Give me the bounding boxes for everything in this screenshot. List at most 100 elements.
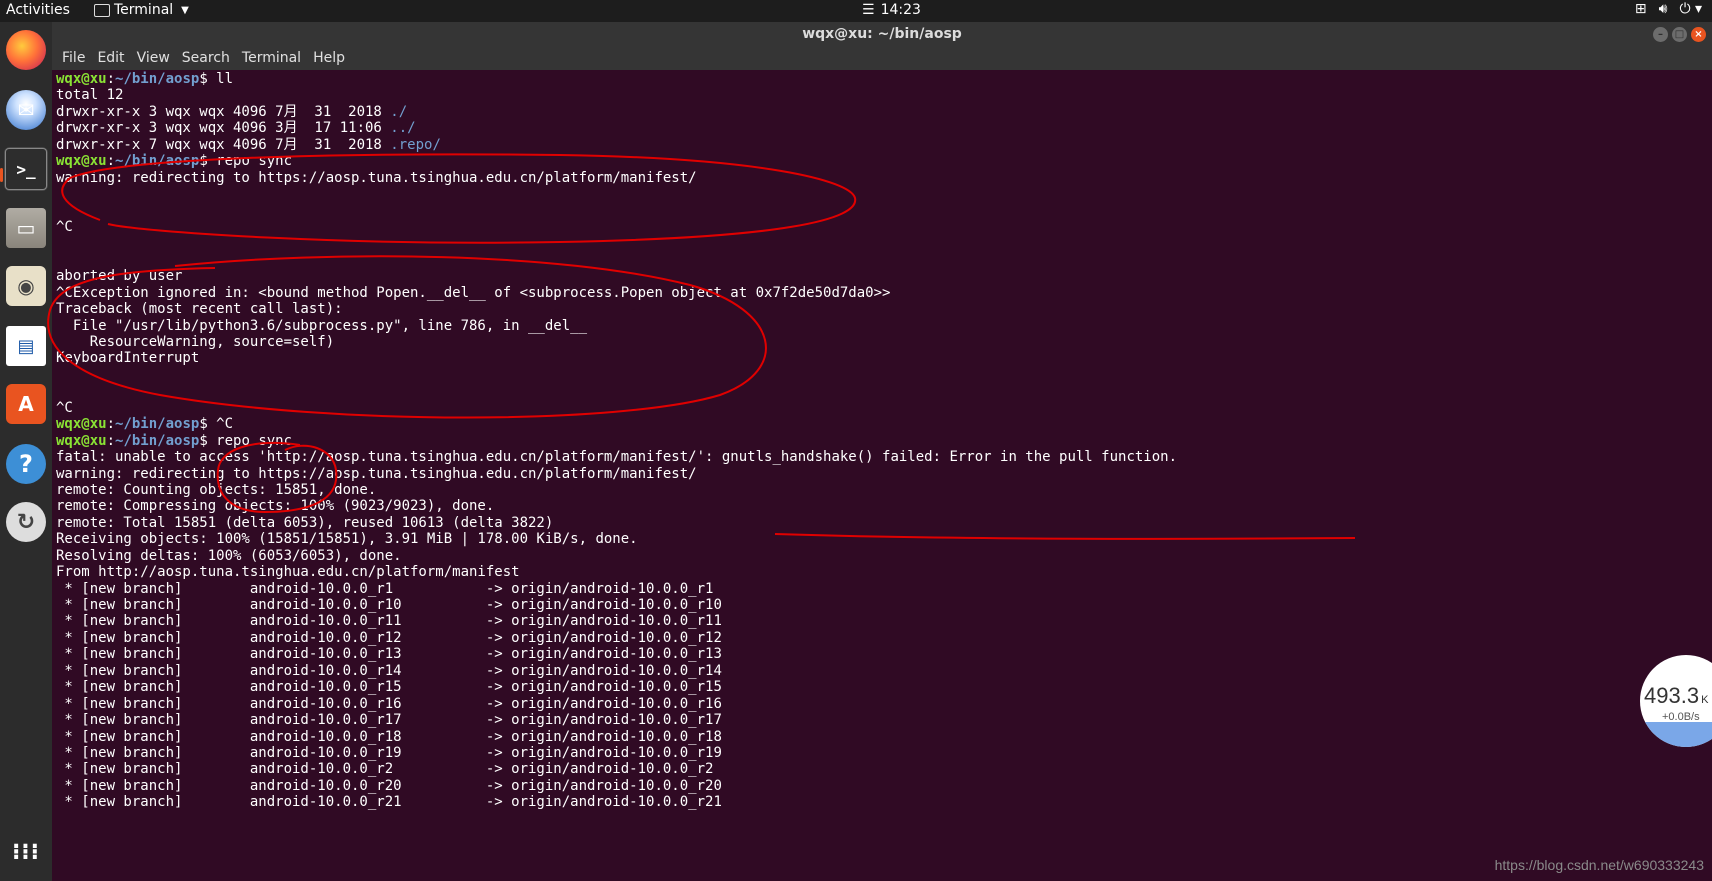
output-text: Resolving deltas: 100% (6053/6053), done… — [56, 547, 402, 564]
menu-view[interactable]: View — [137, 50, 170, 66]
ls-entry-meta: drwxr-xr-x 3 wqx wqx 4096 3月 17 11:06 — [56, 120, 391, 137]
output-line: drwxr-xr-x 7 wqx wqx 4096 7月 31 2018 .re… — [56, 137, 1712, 153]
output-text: ResourceWarning, source=self) — [56, 334, 335, 350]
dock: ✉ >_ ▭ ◉ ▤ A ? ↻ ⁝⁝⁝ — [0, 22, 52, 881]
prompt-path: ~/bin/aosp — [115, 153, 200, 170]
active-indicator — [0, 168, 3, 182]
output-text: remote: Counting objects: 15851, done. — [56, 481, 377, 498]
prompt-colon: : — [106, 71, 116, 87]
output-text: ^C — [56, 218, 73, 235]
output-line: * [new branch] android-10.0.0_r1 -> orig… — [56, 581, 1712, 597]
help-icon[interactable]: ? — [4, 442, 48, 486]
output-text: * [new branch] android-10.0.0_r14 -> ori… — [56, 662, 722, 679]
output-line: * [new branch] android-10.0.0_r17 -> ori… — [56, 712, 1712, 728]
prompt-path: ~/bin/aosp — [115, 71, 200, 87]
volume-icon[interactable]: 🔊︎ — [1659, 1, 1668, 17]
output-text: Traceback (most recent call last): — [56, 301, 343, 318]
writer-icon[interactable]: ▤ — [4, 324, 48, 368]
rhythmbox-icon[interactable]: ◉ — [4, 264, 48, 308]
output-text: * [new branch] android-10.0.0_r1 -> orig… — [56, 580, 714, 597]
output-text: warning: redirecting to https://aosp.tun… — [56, 465, 697, 482]
output-line: * [new branch] android-10.0.0_r16 -> ori… — [56, 696, 1712, 712]
clock[interactable]: ☰ 14:23 — [862, 2, 921, 18]
prompt-line: wqx@xu:~/bin/aosp$ repo sync — [56, 153, 1712, 169]
output-line: * [new branch] android-10.0.0_r2 -> orig… — [56, 761, 1712, 777]
menu-bar: File Edit View Search Terminal Help — [52, 48, 1712, 70]
output-line: ^C — [56, 219, 1712, 235]
output-line: ^C — [56, 400, 1712, 416]
command-text: repo sync — [207, 432, 293, 449]
net-speed-value: 493.3 — [1644, 683, 1700, 708]
output-line: * [new branch] android-10.0.0_r15 -> ori… — [56, 679, 1712, 695]
terminal-icon[interactable]: >_ — [4, 147, 48, 191]
software-center-icon[interactable]: A — [4, 382, 48, 426]
output-line: Resolving deltas: 100% (6053/6053), done… — [56, 548, 1712, 564]
list-icon: ☰ — [862, 2, 875, 18]
show-apps-icon[interactable]: ⁝⁝⁝ — [4, 830, 48, 874]
network-icon[interactable]: ⊞ — [1635, 1, 1647, 17]
output-line: remote: Counting objects: 15851, done. — [56, 482, 1712, 498]
output-line: Traceback (most recent call last): — [56, 301, 1712, 317]
app-menu[interactable]: Terminal ▼ — [94, 2, 189, 18]
output-text: total 12 — [56, 87, 124, 104]
net-speed-rate: +0.0B/s — [1662, 711, 1700, 723]
menu-edit[interactable]: Edit — [97, 50, 124, 66]
output-text: * [new branch] android-10.0.0_r18 -> ori… — [56, 728, 722, 745]
output-line: drwxr-xr-x 3 wqx wqx 4096 7月 31 2018 ./ — [56, 104, 1712, 120]
system-tray[interactable]: ⊞ 🔊︎ ⏻ ▾ — [1635, 1, 1702, 17]
prompt-dollar: $ — [199, 416, 208, 433]
output-line: * [new branch] android-10.0.0_r18 -> ori… — [56, 729, 1712, 745]
menu-search[interactable]: Search — [182, 50, 230, 66]
output-text: aborted by user — [56, 268, 183, 285]
files-icon[interactable]: ▭ — [4, 206, 48, 250]
maximize-icon[interactable]: □ — [1672, 27, 1687, 42]
output-text: * [new branch] android-10.0.0_r2 -> orig… — [56, 761, 714, 778]
close-icon[interactable]: × — [1691, 27, 1706, 42]
title-bar[interactable]: wqx@xu: ~/bin/aosp – □ × — [52, 22, 1712, 48]
firefox-icon[interactable] — [4, 28, 48, 72]
output-line: * [new branch] android-10.0.0_r14 -> ori… — [56, 663, 1712, 679]
output-line: Receiving objects: 100% (15851/15851), 3… — [56, 531, 1712, 547]
output-line: warning: redirecting to https://aosp.tun… — [56, 466, 1712, 482]
output-text: Receiving objects: 100% (15851/15851), 3… — [56, 531, 638, 548]
command-text: repo sync — [207, 153, 293, 170]
output-line: * [new branch] android-10.0.0_r11 -> ori… — [56, 613, 1712, 629]
output-line: * [new branch] android-10.0.0_r21 -> ori… — [56, 794, 1712, 810]
terminal-app-icon — [94, 3, 110, 17]
output-line: * [new branch] android-10.0.0_r19 -> ori… — [56, 745, 1712, 761]
top-bar: Activities Terminal ▼ ☰ 14:23 ⊞ 🔊︎ ⏻ ▾ — [0, 0, 1712, 22]
prompt-colon: : — [106, 432, 116, 449]
thunderbird-icon[interactable]: ✉ — [4, 88, 48, 132]
software-updater-icon[interactable]: ↻ — [4, 500, 48, 544]
minimize-icon[interactable]: – — [1653, 27, 1668, 42]
prompt-line: wqx@xu:~/bin/aosp$ ll — [56, 71, 1712, 87]
ls-entry-meta: drwxr-xr-x 7 wqx wqx 4096 7月 31 2018 — [56, 136, 391, 153]
menu-terminal[interactable]: Terminal — [242, 50, 301, 66]
output-line: * [new branch] android-10.0.0_r20 -> ori… — [56, 778, 1712, 794]
prompt-colon: : — [106, 416, 116, 433]
terminal-window: wqx@xu: ~/bin/aosp – □ × File Edit View … — [52, 22, 1712, 881]
prompt-line: wqx@xu:~/bin/aosp$ ^C — [56, 416, 1712, 432]
terminal-output[interactable]: wqx@xu:~/bin/aosp$ ll total 12 drwxr-xr-x … — [56, 71, 1712, 881]
power-icon[interactable]: ⏻ ▾ — [1679, 1, 1702, 17]
menu-help[interactable]: Help — [313, 50, 345, 66]
prompt-dollar: $ — [199, 432, 208, 449]
output-text: * [new branch] android-10.0.0_r19 -> ori… — [56, 744, 722, 761]
output-line: remote: Compressing objects: 100% (9023/… — [56, 498, 1712, 514]
prompt-line: wqx@xu:~/bin/aosp$ repo sync — [56, 433, 1712, 449]
output-line: File "/usr/lib/python3.6/subprocess.py",… — [56, 318, 1712, 334]
menu-file[interactable]: File — [62, 50, 85, 66]
command-text: ll — [207, 71, 234, 87]
window-title: wqx@xu: ~/bin/aosp — [802, 26, 962, 42]
prompt-colon: : — [106, 153, 116, 170]
output-text: * [new branch] android-10.0.0_r10 -> ori… — [56, 597, 722, 613]
activities-button[interactable]: Activities — [6, 2, 70, 18]
output-text: * [new branch] android-10.0.0_r15 -> ori… — [56, 679, 722, 696]
output-text: fatal: unable to access 'http://aosp.tun… — [56, 449, 1178, 466]
output-line: KeyboardInterrupt — [56, 350, 1712, 366]
output-text: remote: Compressing objects: 100% (9023/… — [56, 498, 495, 515]
